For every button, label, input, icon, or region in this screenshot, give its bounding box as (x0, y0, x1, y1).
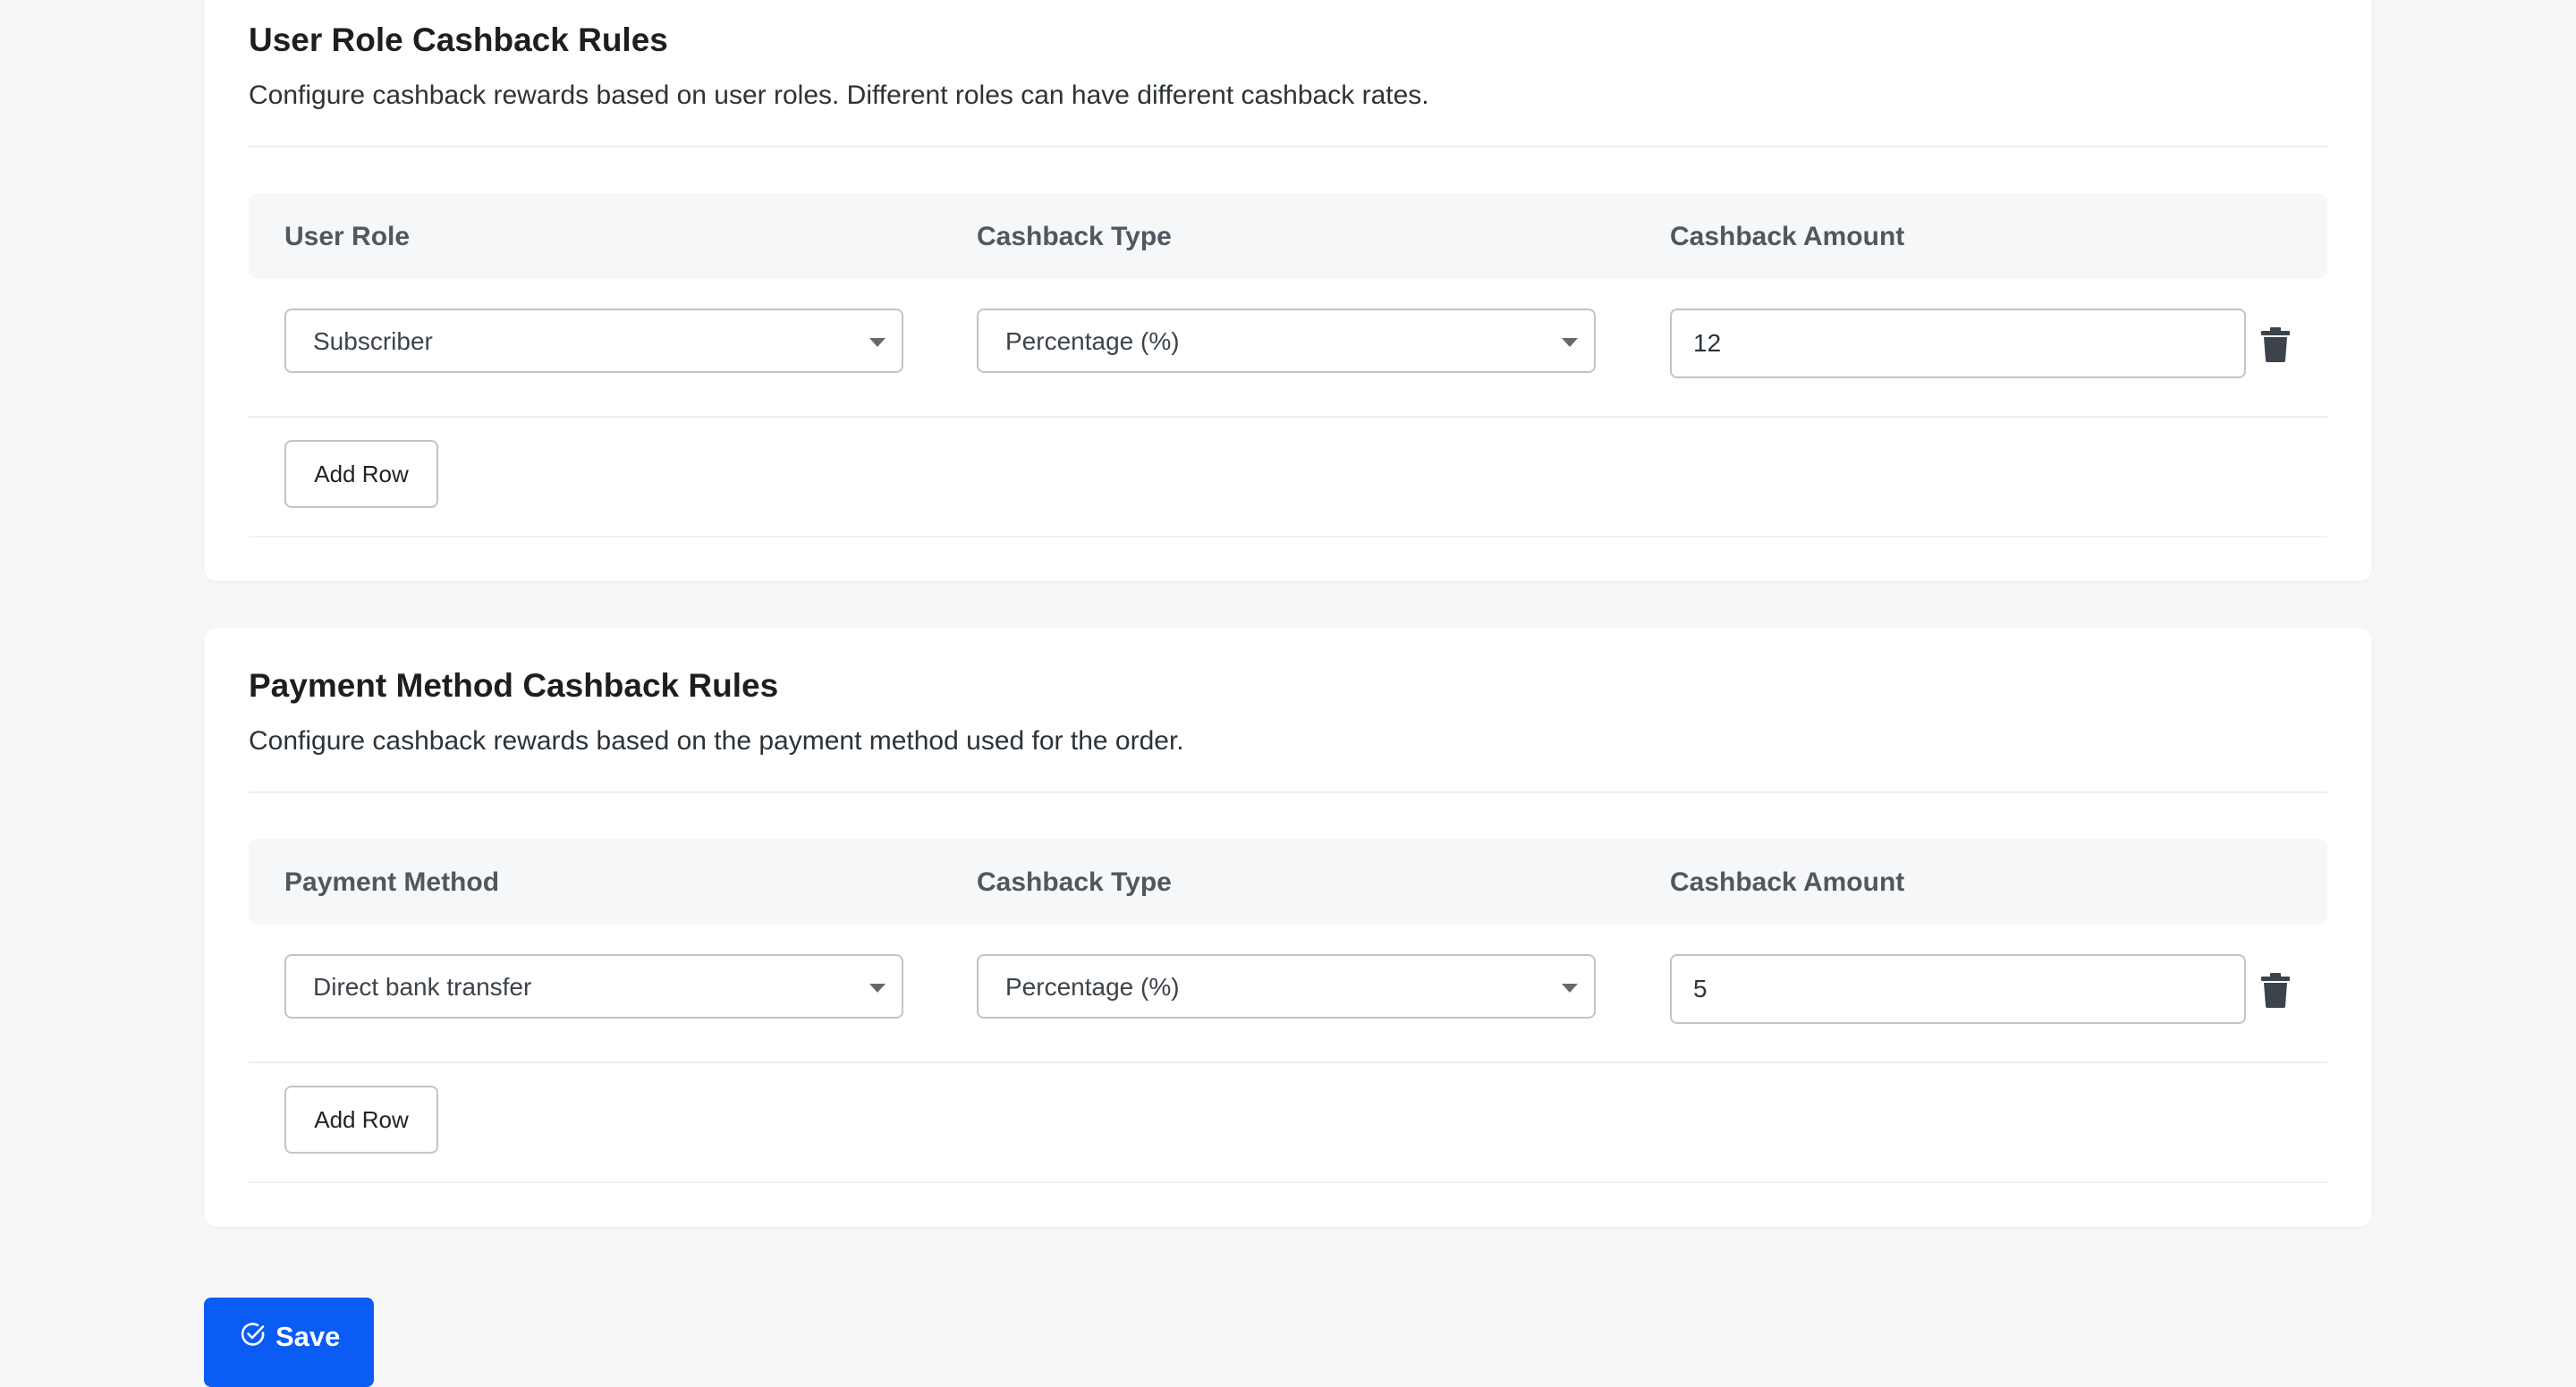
payment-method-select-value: Direct bank transfer (313, 973, 532, 1001)
column-header-payment-method: Payment Method (284, 867, 500, 897)
column-header-cashback-amount: Cashback Amount (1670, 222, 1905, 251)
cashback-type-select-value: Percentage (%) (1005, 973, 1180, 1001)
payment-method-rule-row: Direct bank transfer Percentage (%) (249, 954, 2327, 1063)
caret-down-icon (1562, 984, 1578, 993)
column-header-cashback-type: Cashback Type (977, 867, 1172, 897)
section-divider (249, 1181, 2327, 1183)
check-circle-icon (240, 1321, 267, 1348)
payment-method-select[interactable]: Direct bank transfer (284, 954, 903, 1019)
user-role-cashback-card: User Role Cashback Rules Configure cashb… (204, 0, 2372, 581)
user-role-select[interactable]: Subscriber (284, 309, 903, 373)
cashback-type-select[interactable]: Percentage (%) (977, 954, 1596, 1019)
payment-method-section-description: Configure cashback rewards based on the … (249, 726, 1184, 756)
cashback-amount-input[interactable] (1670, 954, 2246, 1024)
column-header-cashback-amount: Cashback Amount (1670, 867, 1905, 897)
cashback-type-select-value: Percentage (%) (1005, 327, 1180, 355)
payment-method-section-title: Payment Method Cashback Rules (249, 667, 779, 704)
payment-method-table-header: Payment Method Cashback Type Cashback Am… (249, 839, 2327, 925)
trash-icon[interactable] (2259, 326, 2292, 362)
user-role-select-value: Subscriber (313, 327, 433, 355)
section-divider (249, 536, 2327, 537)
cashback-type-select[interactable]: Percentage (%) (977, 309, 1596, 373)
payment-method-cashback-card: Payment Method Cashback Rules Configure … (204, 628, 2372, 1227)
section-divider (249, 791, 2327, 793)
section-divider (249, 146, 2327, 148)
cashback-amount-input[interactable] (1670, 309, 2246, 378)
column-header-user-role: User Role (284, 222, 411, 251)
save-button-label: Save (275, 1321, 341, 1352)
user-role-rule-row: Subscriber Percentage (%) (249, 309, 2327, 418)
caret-down-icon (869, 338, 886, 347)
user-role-section-description: Configure cashback rewards based on user… (249, 80, 1429, 110)
add-payment-method-row-button[interactable]: Add Row (284, 1086, 438, 1154)
column-header-cashback-type: Cashback Type (977, 222, 1172, 251)
user-role-table-header: User Role Cashback Type Cashback Amount (249, 193, 2327, 279)
add-user-role-row-button[interactable]: Add Row (284, 440, 438, 508)
save-button[interactable]: Save (204, 1298, 374, 1387)
trash-icon[interactable] (2259, 972, 2292, 1008)
caret-down-icon (869, 984, 886, 993)
caret-down-icon (1562, 338, 1578, 347)
user-role-section-title: User Role Cashback Rules (249, 21, 668, 58)
